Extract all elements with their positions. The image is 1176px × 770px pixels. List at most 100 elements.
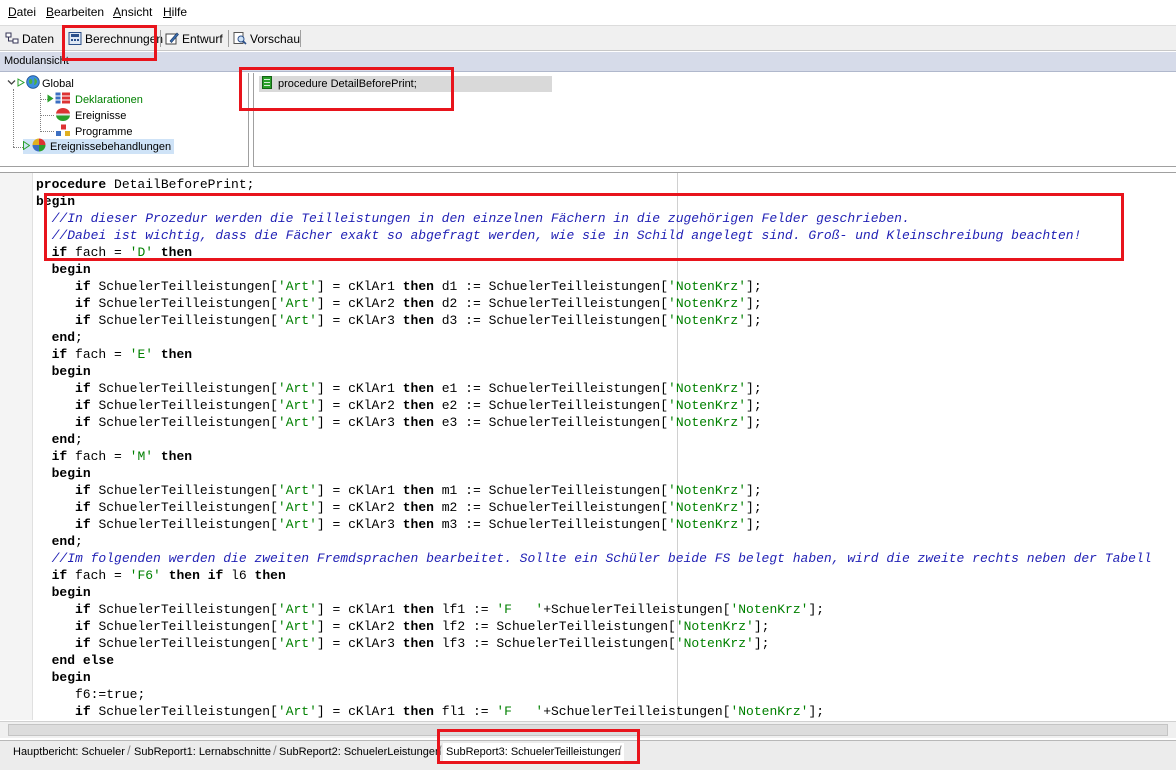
code-line: //Dabei ist wichtig, dass die Fächer exa… [36, 228, 1082, 243]
modul-view-header: Modulansicht [0, 52, 1176, 72]
code-line: if SchuelerTeilleistungen['Art'] = cKlAr… [75, 381, 762, 396]
code-line: end; [51, 330, 83, 345]
menu-bar: Datei Bearbeiten Ansicht Hilfe [0, 0, 1176, 26]
tree-item-deklarationen[interactable]: Deklarationen [47, 92, 143, 107]
data-tree-icon [5, 32, 19, 45]
tree-line [40, 115, 54, 116]
event-handlers-icon [32, 138, 50, 155]
tree-line [13, 89, 14, 147]
code-line: //In dieser Prozedur werden die Teilleis… [36, 211, 910, 226]
vorschau-label: Vorschau [250, 31, 301, 46]
tab-subreport1[interactable]: SubReport1: Lernabschnitte [131, 743, 274, 761]
menu-datei[interactable]: Datei [8, 5, 36, 19]
tree-line [40, 131, 54, 132]
code-line: if SchuelerTeilleistungen['Art'] = cKlAr… [75, 619, 770, 634]
tree-line [13, 147, 23, 148]
code-line: if fach = 'E' then [51, 347, 193, 362]
programs-blocks-icon [55, 124, 75, 140]
code-line: if SchuelerTeilleistungen['Art'] = cKlAr… [75, 500, 762, 515]
code-line: begin [36, 194, 76, 209]
horizontal-scrollbar[interactable] [0, 721, 1176, 738]
preview-magnifier-icon [233, 32, 247, 45]
code-text[interactable]: procedure DetailBeforePrint; begin //In d… [36, 176, 1152, 720]
tree-item-programme[interactable]: Programme [55, 124, 132, 139]
tree-label-ereignisse: Ereignisse [75, 109, 127, 122]
code-line: begin [51, 670, 91, 685]
code-line: if SchuelerTeilleistungen['Art'] = cKlAr… [75, 415, 762, 430]
design-edit-icon [165, 32, 179, 45]
daten-button[interactable]: Daten [5, 29, 54, 48]
tree-label-deklarationen: Deklarationen [75, 93, 143, 106]
tab-label: SubReport1: Lernabschnitte [134, 746, 271, 758]
code-line: if fach = 'D' then [51, 245, 193, 260]
scrollbar-thumb[interactable] [8, 724, 1168, 736]
procedure-list: procedure DetailBeforePrint; [253, 73, 1176, 167]
tab-subreport2[interactable]: SubReport2: SchuelerLeistungen [276, 743, 444, 761]
toolbar-separator [228, 30, 229, 47]
menu-bearbeiten[interactable]: Bearbeiten [46, 5, 104, 19]
events-icon [55, 107, 75, 124]
play-triangle-icon [23, 140, 32, 153]
report-tabs: Hauptbericht: Schueler / SubReport1: Ler… [0, 740, 1176, 770]
code-line: if SchuelerTeilleistungen['Art'] = cKlAr… [75, 517, 762, 532]
code-line: if SchuelerTeilleistungen['Art'] = cKlAr… [75, 483, 762, 498]
code-line: if fach = 'M' then [51, 449, 193, 464]
code-line: if SchuelerTeilleistungen['Art'] = cKlAr… [75, 602, 825, 617]
code-line: procedure DetailBeforePrint; [36, 177, 255, 192]
code-line: if SchuelerTeilleistungen['Art'] = cKlAr… [75, 313, 762, 328]
entwurf-label: Entwurf [182, 31, 223, 46]
code-editor[interactable]: procedure DetailBeforePrint; begin //In d… [0, 172, 1176, 720]
code-line: if SchuelerTeilleistungen['Art'] = cKlAr… [75, 398, 762, 413]
play-triangle-icon [17, 77, 26, 90]
code-line: if SchuelerTeilleistungen['Art'] = cKlAr… [75, 704, 825, 719]
tab-label: SubReport2: SchuelerLeistungen [279, 746, 442, 758]
code-line: end; [51, 534, 83, 549]
menu-bearbeiten-mnemonic: B [46, 5, 55, 19]
declarations-table-icon [55, 92, 75, 107]
vorschau-button[interactable]: Vorschau [233, 29, 300, 48]
tree-label-global: Global [42, 77, 74, 90]
module-tree: Global Deklarationen Ereignisse Programm… [0, 73, 249, 167]
code-line: if fach = 'F6' then if l6 then [51, 568, 286, 583]
menu-bearbeiten-rest: earbeiten [54, 5, 105, 19]
tab-subreport3[interactable]: SubReport3: SchuelerTeilleistungen [443, 743, 624, 761]
tree-item-ereignisse[interactable]: Ereignisse [55, 107, 127, 124]
code-line: begin [51, 585, 91, 600]
menu-hilfe[interactable]: Hilfe [163, 5, 187, 19]
menu-ansicht-mnemonic: A [113, 5, 122, 19]
tree-label-programme: Programme [75, 125, 133, 138]
globe-icon [26, 75, 42, 92]
tab-hauptbericht[interactable]: Hauptbericht: Schueler [10, 743, 128, 761]
code-line: begin [51, 364, 91, 379]
procedure-item[interactable]: procedure DetailBeforePrint; [259, 76, 552, 92]
code-line: if SchuelerTeilleistungen['Art'] = cKlAr… [75, 279, 762, 294]
toolbar: Daten Berechnungen Entwurf Vorschau [0, 26, 1176, 51]
tree-item-global[interactable]: Global [7, 75, 74, 92]
tree-item-ereignisbehandlungen[interactable]: Ereignissebehandlungen [23, 138, 175, 155]
tab-divider: / [438, 743, 442, 758]
toolbar-separator [160, 30, 161, 47]
modul-view-title: Modulansicht [4, 55, 69, 67]
code-line: end; [51, 432, 83, 447]
procedure-item-label: procedure DetailBeforePrint; [278, 78, 417, 90]
entwurf-button[interactable]: Entwurf [165, 29, 223, 48]
calculator-icon [68, 32, 82, 45]
menu-hilfe-rest: ilfe [171, 5, 188, 19]
berechnungen-button[interactable]: Berechnungen [68, 29, 163, 48]
toolbar-separator [300, 30, 301, 47]
tab-label: Hauptbericht: Schueler [13, 746, 125, 758]
menu-hilfe-mnemonic: H [163, 5, 172, 19]
chevron-down-icon[interactable] [7, 78, 17, 90]
play-triangle-icon [47, 94, 55, 106]
code-line: f6:=true; [36, 687, 146, 702]
tab-divider: / [618, 743, 622, 758]
tab-label: SubReport3: SchuelerTeilleistungen [446, 746, 621, 758]
code-line: //Im folgenden werden die zweiten Fremds… [36, 551, 1152, 566]
code-line: begin [51, 466, 91, 481]
menu-ansicht-rest: nsicht [121, 5, 153, 19]
code-line: end else [51, 653, 115, 668]
code-line: if SchuelerTeilleistungen['Art'] = cKlAr… [75, 296, 762, 311]
menu-ansicht[interactable]: Ansicht [113, 5, 152, 19]
daten-label: Daten [22, 31, 55, 46]
menu-datei-rest: atei [16, 5, 37, 19]
